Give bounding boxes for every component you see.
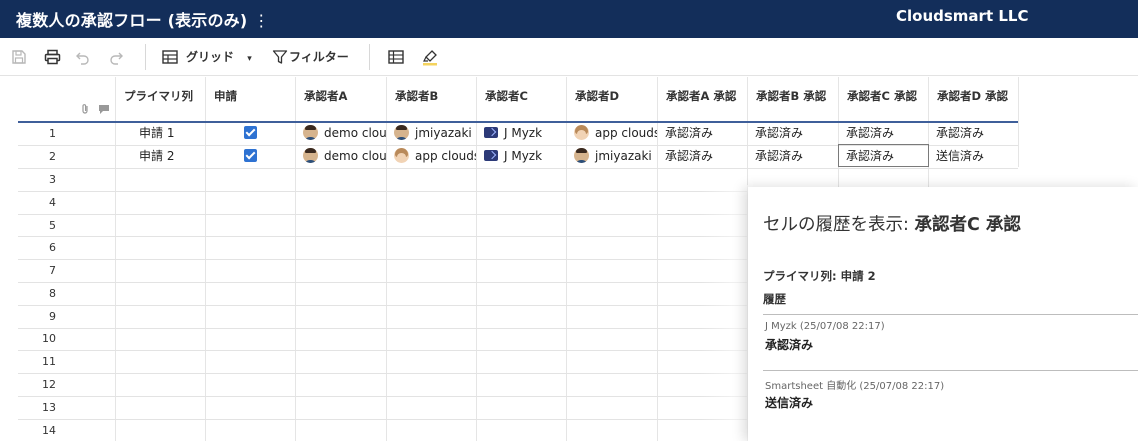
column-header-approver-a[interactable]: 承認者A: [295, 77, 386, 122]
row-number[interactable]: 6: [0, 236, 114, 259]
approval-a-cell[interactable]: 承認済み: [657, 145, 747, 168]
contact-name: J Myzk: [504, 149, 543, 163]
toolbar-divider: [369, 44, 370, 70]
cell-history-panel: セルの履歴を表示: 承認者C 承認 プライマリ列: 申請 2 履歴 J Myzk…: [748, 187, 1138, 441]
row-number[interactable]: 11: [0, 350, 114, 373]
contact-name: demo clou: [324, 149, 386, 163]
approver-a-cell[interactable]: demo clou: [295, 145, 386, 168]
avatar: [574, 148, 589, 163]
grid-view-button[interactable]: グリッド ▾: [186, 48, 252, 65]
row-number[interactable]: 13: [0, 396, 114, 419]
request-cell[interactable]: [205, 145, 295, 168]
print-icon[interactable]: [42, 47, 62, 67]
grid-view-label: グリッド: [186, 50, 235, 64]
approver-a-cell[interactable]: demo clou: [295, 122, 386, 145]
grid-header-row: プライマリ列 申請 承認者A 承認者B 承認者C 承認者D 承認者A 承認 承認…: [0, 77, 1138, 122]
column-header-primary[interactable]: プライマリ列: [115, 77, 205, 122]
request-cell[interactable]: [205, 122, 295, 145]
avatar: [303, 125, 318, 140]
company-name: Cloudsmart LLC: [896, 7, 1029, 25]
avatar: [303, 148, 318, 163]
avatar: [574, 125, 589, 140]
checkbox-checked-icon[interactable]: [244, 126, 257, 139]
avatar: [394, 125, 409, 140]
column-header-approval-c[interactable]: 承認者C 承認: [838, 77, 928, 122]
row-number[interactable]: 10: [0, 327, 114, 350]
approver-c-cell[interactable]: J Myzk: [476, 122, 566, 145]
row-number[interactable]: 4: [0, 191, 114, 214]
contact-name: app clouds: [415, 149, 476, 163]
column-header-approval-d[interactable]: 承認者D 承認: [928, 77, 1018, 122]
chevron-down-icon: ▾: [247, 54, 252, 64]
row-number[interactable]: 7: [0, 259, 114, 282]
highlighter-icon[interactable]: [420, 47, 440, 67]
approval-d-cell[interactable]: 承認済み: [928, 122, 1018, 145]
row-number[interactable]: 3: [0, 168, 114, 191]
primary-cell[interactable]: 申請 2: [115, 145, 205, 168]
comment-icon[interactable]: [97, 103, 111, 115]
panel-primary-value: プライマリ列: 申請 2: [763, 269, 876, 283]
sheet-title[interactable]: 複数人の承認フロー (表示のみ) ⋮: [16, 7, 270, 31]
grid-view-icon[interactable]: [160, 47, 180, 67]
contact-name: J Myzk: [504, 126, 543, 140]
approver-c-cell[interactable]: J Myzk: [476, 145, 566, 168]
approver-b-cell[interactable]: app clouds: [386, 145, 476, 168]
panel-title-prefix: セルの履歴を表示:: [763, 215, 915, 235]
column-divider: [1018, 77, 1019, 167]
checkbox-checked-icon[interactable]: [244, 149, 257, 162]
sheet-title-text: 複数人の承認フロー (表示のみ): [16, 11, 248, 30]
row-number[interactable]: 1: [0, 122, 114, 145]
approval-d-cell[interactable]: 送信済み: [928, 145, 1018, 168]
save-icon[interactable]: [9, 47, 29, 67]
history-entry-value: 承認済み: [765, 338, 814, 352]
panel-divider: [763, 314, 1138, 315]
approval-a-cell[interactable]: 承認済み: [657, 122, 747, 145]
contact-name: jmiyazaki: [415, 126, 472, 140]
column-header-approver-c[interactable]: 承認者C: [476, 77, 566, 122]
row-number[interactable]: 5: [0, 214, 114, 237]
column-header-approver-d[interactable]: 承認者D: [566, 77, 657, 122]
automation-user-icon: [484, 150, 498, 161]
sheet-menu-icon[interactable]: ⋮: [253, 11, 269, 30]
row-number[interactable]: 9: [0, 305, 114, 328]
panel-divider: [763, 370, 1138, 371]
filter-icon[interactable]: [270, 47, 290, 67]
avatar: [394, 148, 409, 163]
approval-c-cell[interactable]: 承認済み: [838, 122, 928, 145]
contact-name: demo clou: [324, 126, 386, 140]
redo-icon[interactable]: [106, 47, 126, 67]
panel-title: セルの履歴を表示: 承認者C 承認: [763, 211, 1021, 236]
attachment-icon[interactable]: [79, 103, 91, 115]
undo-icon[interactable]: [73, 47, 93, 67]
panel-history-label: 履歴: [763, 292, 786, 306]
app-header: 複数人の承認フロー (表示のみ) ⋮ Cloudsmart LLC: [0, 0, 1138, 38]
row-number[interactable]: 8: [0, 282, 114, 305]
approval-b-cell[interactable]: 承認済み: [747, 145, 838, 168]
column-header-approval-b[interactable]: 承認者B 承認: [747, 77, 838, 122]
contact-name: jmiyazaki: [595, 149, 652, 163]
approver-b-cell[interactable]: jmiyazaki: [386, 122, 476, 145]
approver-d-cell[interactable]: jmiyazaki: [566, 145, 657, 168]
toolbar: グリッド ▾ フィルター: [0, 38, 1138, 76]
row-number[interactable]: 2: [0, 145, 114, 168]
selected-cell-outline: [838, 144, 929, 167]
table-row[interactable]: 1 申請 1 demo clou jmiyazaki J Myzk app cl…: [0, 122, 1018, 145]
automation-user-icon: [484, 127, 498, 138]
history-entry-meta: J Myzk (25/07/08 22:17): [765, 321, 885, 332]
panel-title-column: 承認者C 承認: [914, 215, 1021, 235]
history-entry-value: 送信済み: [765, 396, 814, 410]
row-number[interactable]: 12: [0, 373, 114, 396]
contact-name: app clouds: [595, 126, 657, 140]
history-entry-meta: Smartsheet 自動化 (25/07/08 22:17): [765, 381, 945, 392]
primary-cell[interactable]: 申請 1: [115, 122, 205, 145]
column-header-approval-a[interactable]: 承認者A 承認: [657, 77, 747, 122]
approver-d-cell[interactable]: app clouds: [566, 122, 657, 145]
column-header-request[interactable]: 申請: [205, 77, 295, 122]
row-number[interactable]: 14: [0, 419, 114, 441]
column-settings-icon[interactable]: [386, 47, 406, 67]
toolbar-divider: [145, 44, 146, 70]
column-header-approver-b[interactable]: 承認者B: [386, 77, 476, 122]
approval-b-cell[interactable]: 承認済み: [747, 122, 838, 145]
filter-button[interactable]: フィルター: [289, 48, 349, 65]
